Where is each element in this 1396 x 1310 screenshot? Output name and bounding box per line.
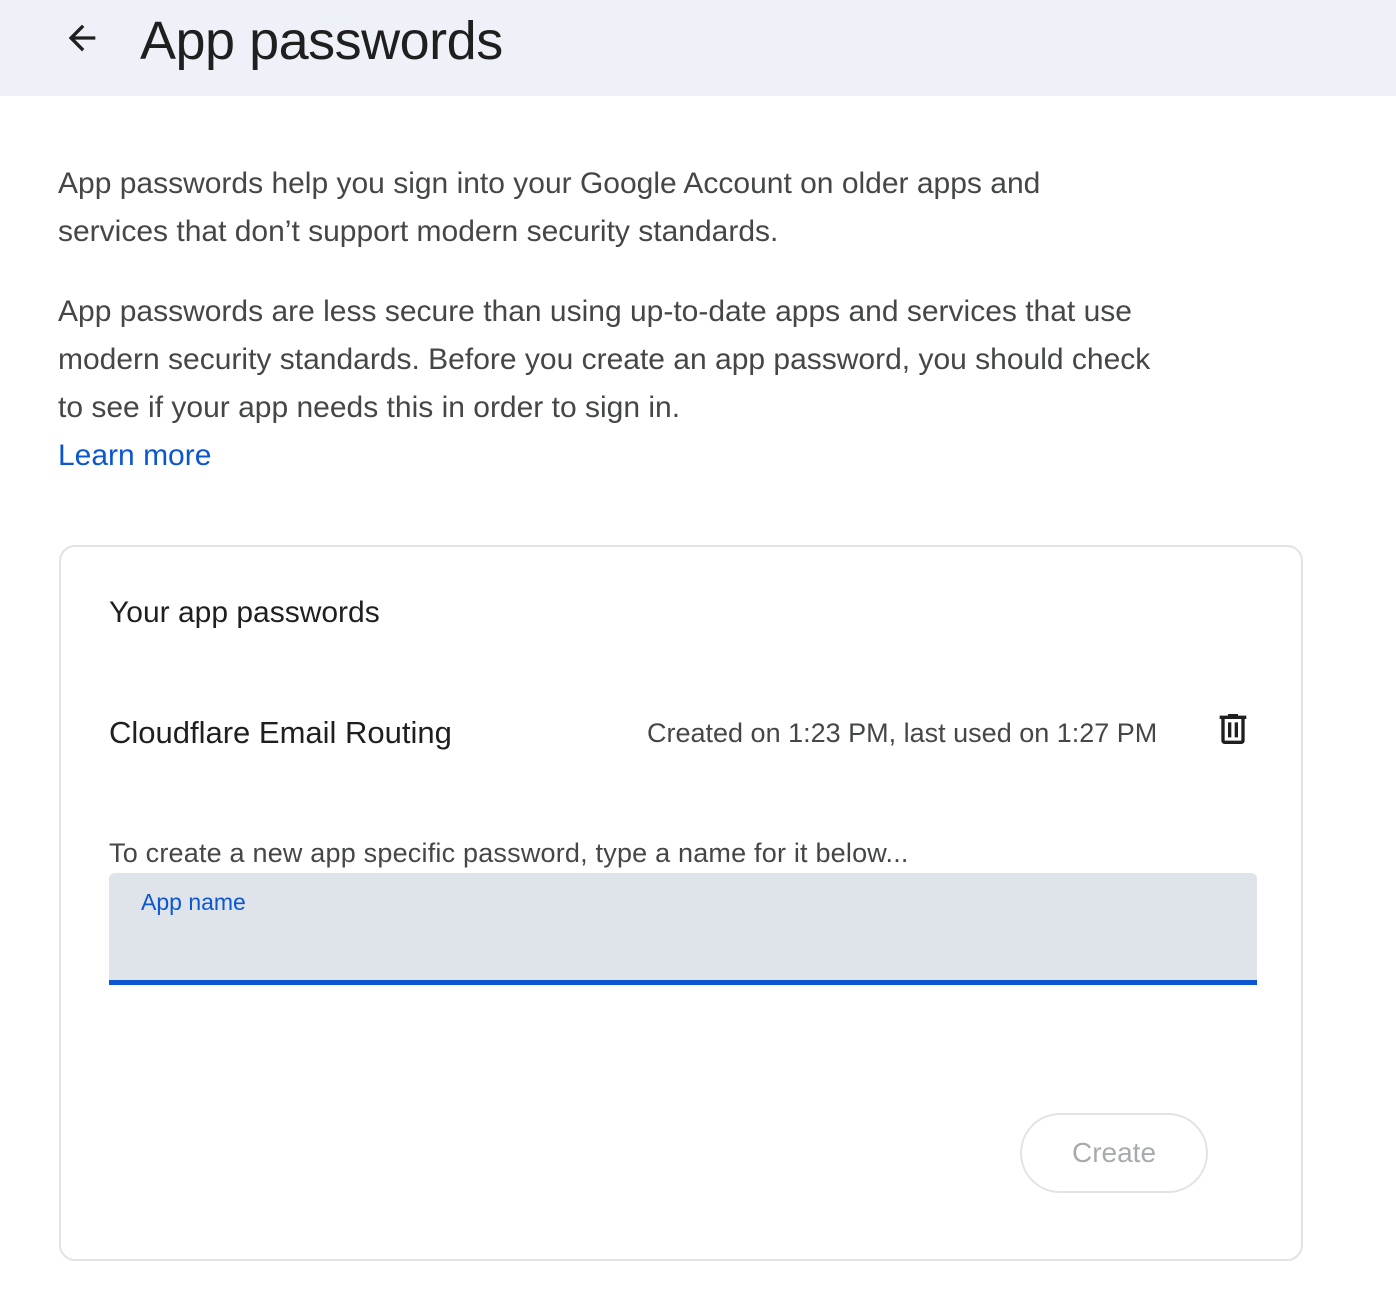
- app-name-field[interactable]: App name: [109, 873, 1257, 985]
- top-app-bar: App passwords: [0, 0, 1396, 96]
- delete-password-button[interactable]: [1207, 705, 1259, 757]
- card-title: Your app passwords: [109, 596, 380, 629]
- password-name: Cloudflare Email Routing: [109, 715, 452, 750]
- trash-icon: [1213, 709, 1253, 754]
- app-passwords-card: Your app passwords Cloudflare Email Rout…: [59, 545, 1303, 1261]
- arrow-left-icon: [62, 18, 102, 63]
- app-name-label: App name: [141, 889, 246, 915]
- app-name-input[interactable]: [141, 925, 1221, 965]
- password-meta: Created on 1:23 PM, last used on 1:27 PM: [647, 718, 1158, 748]
- back-button[interactable]: [56, 14, 108, 66]
- create-button[interactable]: Create: [1020, 1113, 1208, 1193]
- page-title: App passwords: [140, 11, 503, 71]
- intro-paragraph-1: App passwords help you sign into your Go…: [58, 167, 1041, 248]
- create-hint: To create a new app specific password, t…: [109, 838, 909, 868]
- intro-paragraph-2: App passwords are less secure than using…: [58, 295, 1151, 424]
- learn-more-link[interactable]: Learn more: [58, 432, 211, 480]
